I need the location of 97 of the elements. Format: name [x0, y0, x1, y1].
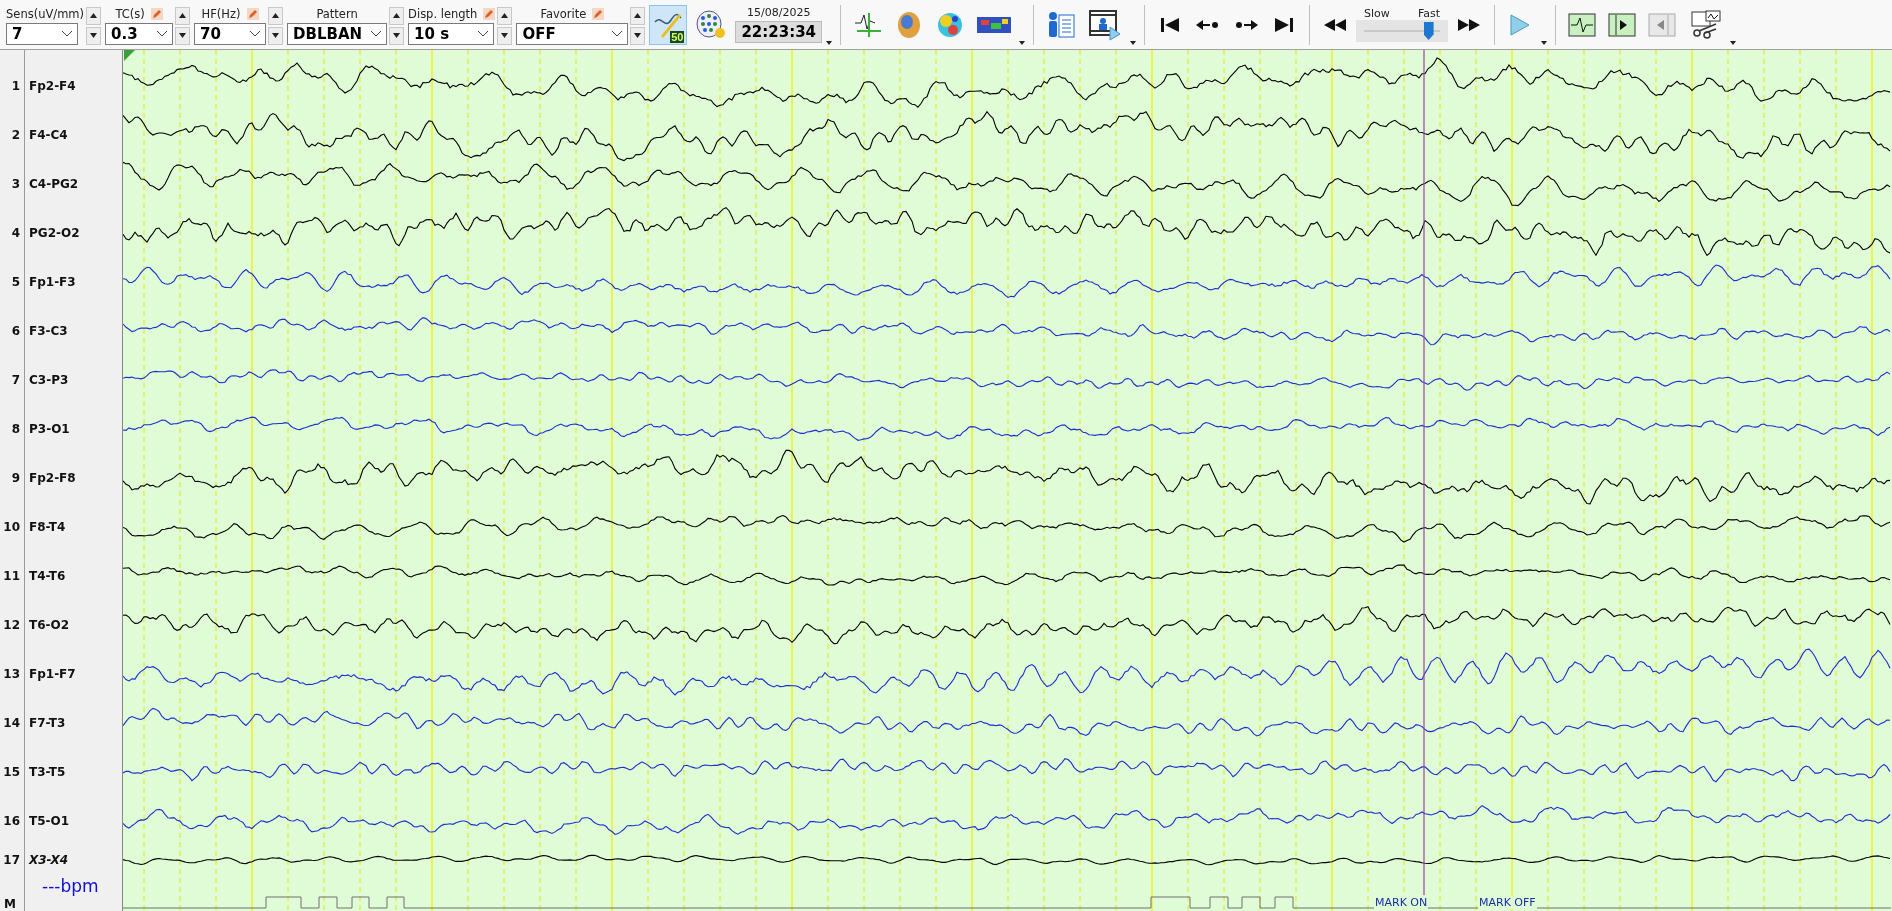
- dropdown-field[interactable]: OFF: [516, 22, 629, 45]
- channel-name[interactable]: P3-O1: [29, 421, 70, 436]
- spin-down-button[interactable]: [497, 26, 513, 45]
- channel-number: 7: [10, 372, 20, 387]
- spin-down-button[interactable]: [389, 26, 405, 45]
- spin-up-button[interactable]: [86, 6, 102, 25]
- filter-button[interactable]: 50: [649, 4, 688, 45]
- channel-name[interactable]: T4-T6: [29, 568, 66, 583]
- channel-name[interactable]: T5-O1: [29, 813, 70, 828]
- pencil-icon[interactable]: [483, 7, 496, 20]
- spin-up-button[interactable]: [175, 6, 191, 25]
- pencil-icon[interactable]: [592, 7, 605, 20]
- channel-number: 12: [2, 617, 20, 632]
- channel-name[interactable]: C4-PG2: [29, 176, 79, 191]
- control-label: Pattern: [316, 6, 358, 21]
- down-triangle-icon: [179, 33, 187, 38]
- channel-number: 10: [2, 519, 20, 534]
- channel-number: 6: [10, 323, 20, 338]
- mark-label: MARK ON: [1374, 896, 1429, 909]
- spin-down-button[interactable]: [268, 26, 284, 45]
- spin-up-button[interactable]: [630, 6, 646, 25]
- channel-name[interactable]: F8-T4: [29, 519, 66, 534]
- marker-channel-label: M: [4, 897, 16, 911]
- pencil-icon[interactable]: [150, 7, 163, 20]
- up-triangle-icon: [179, 13, 187, 18]
- spin-down-button[interactable]: [630, 26, 646, 45]
- channel-name[interactable]: F7-T3: [29, 715, 66, 730]
- channel-name[interactable]: T6-O2: [29, 617, 70, 632]
- channel-number: 8: [10, 421, 20, 436]
- spin-up-button[interactable]: [497, 6, 513, 25]
- down-triangle-icon: [501, 33, 509, 38]
- chevron-down-icon: [371, 30, 382, 37]
- chevron-down-icon: [612, 30, 623, 37]
- channel-number: 5: [10, 274, 20, 289]
- chevron-down-icon: [478, 30, 489, 37]
- slider-thumb[interactable]: [1423, 22, 1434, 40]
- chevron-down-icon: [62, 30, 72, 37]
- up-triangle-icon: [393, 13, 401, 18]
- date-text: 15/08/2025: [747, 6, 811, 19]
- channel-name[interactable]: T3-T5: [29, 764, 66, 779]
- channel-number: 1: [10, 78, 20, 93]
- channel-number: 9: [10, 470, 20, 485]
- channel-number: 11: [2, 568, 20, 583]
- channel-number: 2: [10, 127, 20, 142]
- chevron-down-icon: [157, 30, 168, 37]
- filter-value: 50: [670, 30, 685, 43]
- channel-name[interactable]: Fp1-F7: [29, 666, 76, 681]
- spin-up-button[interactable]: [389, 6, 405, 25]
- channel-name[interactable]: Fp2-F8: [29, 470, 76, 485]
- channel-number: 15: [2, 764, 20, 779]
- up-triangle-icon: [272, 13, 280, 18]
- fast-label: Fast: [1417, 7, 1440, 20]
- dropdown-caret-icon[interactable]: [1130, 41, 1136, 45]
- dropdown-field[interactable]: 0.3: [105, 22, 174, 45]
- dropdown-field[interactable]: 10 s: [408, 22, 495, 45]
- dropdown-caret-icon[interactable]: [1730, 41, 1736, 45]
- control-label: Favorite: [540, 6, 587, 21]
- slow-label: Slow: [1364, 7, 1390, 20]
- control-label: TC(s): [115, 6, 145, 21]
- up-triangle-icon: [634, 13, 642, 18]
- time-display: 22:23:34: [735, 21, 822, 43]
- control-label: Disp. length: [408, 6, 478, 21]
- spin-down-button[interactable]: [175, 26, 191, 45]
- channel-number: 16: [2, 813, 20, 828]
- channel-name[interactable]: Fp1-F3: [29, 274, 76, 289]
- channel-number: 14: [2, 715, 20, 730]
- spin-up-button[interactable]: [268, 6, 284, 25]
- up-triangle-icon: [501, 13, 509, 18]
- speed-slider[interactable]: [1356, 20, 1448, 42]
- channel-number: 3: [10, 176, 20, 191]
- control-label: Sens(uV/mm): [6, 6, 85, 21]
- dropdown-caret-icon[interactable]: [1019, 41, 1025, 45]
- up-triangle-icon: [90, 13, 98, 18]
- dropdown-field[interactable]: DBLBAN: [287, 22, 388, 45]
- channel-name[interactable]: F4-C4: [29, 127, 68, 142]
- channel-name[interactable]: PG2-O2: [29, 225, 80, 240]
- channel-name[interactable]: X3-X4: [29, 853, 68, 867]
- channel-name[interactable]: C3-P3: [29, 372, 69, 387]
- down-triangle-icon: [393, 33, 401, 38]
- down-triangle-icon: [634, 33, 642, 38]
- spin-down-button[interactable]: [86, 26, 102, 45]
- dropdown-caret-icon[interactable]: [826, 41, 832, 45]
- dropdown-field[interactable]: 70: [194, 22, 267, 45]
- channel-number: 17: [2, 853, 20, 867]
- down-triangle-icon: [90, 33, 98, 38]
- channel-number: 4: [10, 225, 20, 240]
- channel-name[interactable]: Fp2-F4: [29, 78, 76, 93]
- mark-label: MARK OFF: [1478, 896, 1537, 909]
- down-triangle-icon: [272, 33, 280, 38]
- control-label: HF(Hz): [201, 6, 241, 21]
- dropdown-caret-icon[interactable]: [1541, 41, 1547, 45]
- pencil-icon[interactable]: [246, 7, 259, 20]
- channel-number: 13: [2, 666, 20, 681]
- dropdown-field[interactable]: 7: [6, 22, 78, 45]
- channel-name[interactable]: F3-C3: [29, 323, 68, 338]
- chevron-down-icon: [250, 30, 261, 37]
- heart-rate-text: ---bpm: [42, 876, 99, 896]
